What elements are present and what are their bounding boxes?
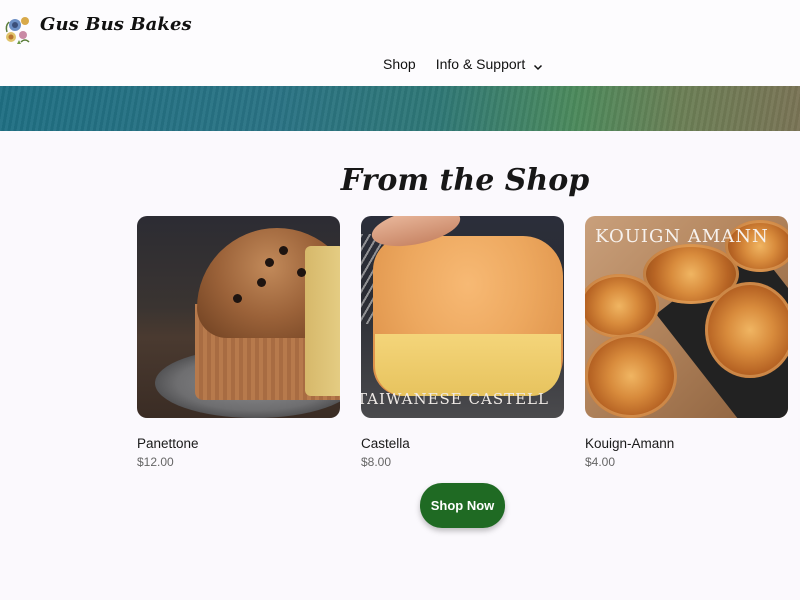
nav-shop-label: Shop [383,56,416,72]
product-card-panettone[interactable]: Panettone $12.00 [137,216,340,469]
product-price: $12.00 [137,455,174,469]
main-nav: Shop Info & Support [383,56,543,72]
product-card-kouign-amann[interactable]: KOUIGN AMANN Kouign-Amann $4.00 [585,216,788,469]
image-caption: TAIWANESE CASTELL [361,390,549,408]
site-header: Gus Bus Bakes Shop Info & Support [0,0,800,86]
nav-shop[interactable]: Shop [383,56,416,72]
product-card-castella[interactable]: TAIWANESE CASTELL Castella $8.00 [361,216,564,469]
chevron-down-icon [533,59,543,71]
image-caption: KOUIGN AMANN [595,226,769,247]
product-price: $8.00 [361,455,392,469]
product-name[interactable]: Panettone [137,436,340,451]
shop-now-button[interactable]: Shop Now [420,483,505,528]
product-image-panettone[interactable] [137,216,340,418]
hero-banner [0,86,800,131]
product-price: $4.00 [585,455,616,469]
nav-info-support[interactable]: Info & Support [436,56,544,72]
product-name[interactable]: Castella [361,436,564,451]
nav-info-support-label: Info & Support [435,56,526,72]
brand-name[interactable]: Gus Bus Bakes [40,14,192,35]
floral-logo-icon[interactable] [3,12,33,48]
product-name[interactable]: Kouign-Amann [585,436,788,451]
section-title: From the Shop [340,163,590,198]
product-image-kouign-amann[interactable]: KOUIGN AMANN [585,216,788,418]
product-image-castella[interactable]: TAIWANESE CASTELL [361,216,564,418]
